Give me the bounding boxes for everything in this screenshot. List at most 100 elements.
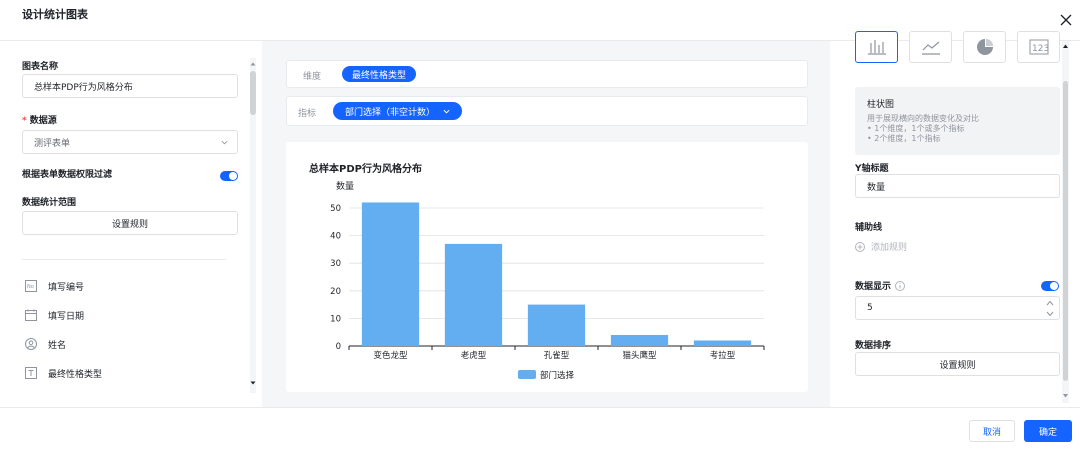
description-line: 用于展现横向的数据变化及对比 (867, 114, 979, 123)
scroll-down-icon[interactable] (1062, 393, 1069, 399)
chart-name-label: 图表名称 (22, 62, 59, 72)
description-line: • 1个维度，1个或多个指标 (867, 124, 965, 133)
dimension-pill[interactable]: 最终性格类型 (342, 66, 417, 82)
y-tick-label: 0 (336, 342, 341, 352)
stepper-down-icon[interactable] (1046, 311, 1054, 317)
chart-name-value: 总样本PDP行为风格分布 (34, 82, 133, 93)
sort-label: 数据排序 (855, 341, 892, 351)
metric-label: 指标 (298, 109, 317, 119)
bar (610, 334, 669, 346)
description-title: 柱状图 (867, 100, 895, 110)
y-tick-label: 30 (330, 259, 341, 269)
number-field-icon: No (25, 280, 37, 292)
chart-type-number[interactable]: 123 (1017, 31, 1060, 63)
scroll-up-icon[interactable] (250, 61, 256, 67)
sort-set-rule-button[interactable]: 设置规则 (855, 352, 1060, 376)
data-display-toggle[interactable] (1041, 281, 1059, 291)
bar-chart: 数量 0 10 20 30 40 50 变色龙型 老虎型 孔雀型 猫头鹰型 考拉型部门选择 (330, 180, 765, 381)
add-rule-link[interactable]: 添加规则 (855, 240, 907, 253)
left-scroll-thumb[interactable] (250, 71, 256, 115)
y-tick-label: 10 (330, 314, 341, 324)
data-display-label: 数据显示 (855, 279, 906, 292)
chart-type-line[interactable] (909, 31, 952, 63)
info-icon[interactable] (895, 280, 906, 291)
field-label: 姓名 (48, 340, 67, 351)
right-scroll-thumb[interactable] (1063, 81, 1068, 381)
add-rule-label: 添加规则 (871, 243, 908, 253)
y-tick-label: 40 (330, 232, 341, 242)
y-tick-label: 50 (330, 204, 341, 214)
data-display-value: 5 (867, 303, 873, 313)
text-field-icon (25, 367, 37, 379)
x-tick-label: 考拉型 (710, 350, 736, 361)
bar (361, 202, 420, 346)
x-tick-label: 变色龙型 (373, 350, 408, 361)
line-chart-icon (921, 41, 940, 55)
dimension-label: 维度 (303, 72, 322, 82)
right-panel: 123 柱状图 用于展现横向的数据变化及对比 • 1个维度，1个或多个指标 • … (830, 31, 1080, 407)
field-label: 填写编号 (48, 282, 85, 293)
scroll-down-icon[interactable] (250, 380, 256, 386)
data-display-stepper[interactable]: 5 (855, 296, 1060, 320)
legend-swatch (518, 370, 536, 379)
close-icon[interactable] (1058, 12, 1074, 28)
field-item-final-type[interactable]: 最终性格类型 (25, 366, 102, 380)
chart-card: 总样本PDP行为风格分布 数量 0 10 20 30 40 50 变色龙型 老虎型 孔雀型 猫头鹰型… (286, 142, 808, 392)
permission-filter-label: 根据表单数据权限过滤 (22, 170, 113, 180)
y-axis-title: 数量 (336, 180, 354, 192)
pie-chart-icon (976, 39, 993, 55)
left-panel: 图表名称 总样本PDP行为风格分布 * 数据源 测评表单 根据表单数据权限过滤 数… (0, 41, 262, 407)
svg-text:No: No (27, 284, 34, 290)
calendar-icon (25, 309, 37, 321)
footer-divider (0, 407, 1080, 408)
x-tick-label: 孔雀型 (544, 350, 570, 361)
dimension-row: 维度 最终性格类型 (286, 60, 808, 88)
confirm-button[interactable]: 确定 (1024, 420, 1072, 442)
description-line: • 2个维度，1个指标 (867, 134, 941, 143)
bar-chart-icon (867, 40, 886, 55)
aux-line-label: 辅助线 (855, 223, 883, 233)
bar (527, 304, 586, 346)
stat-range-set-rule-button[interactable]: 设置规则 (22, 211, 238, 235)
chart-description: 柱状图 用于展现横向的数据变化及对比 • 1个维度，1个或多个指标 • 2个维度… (855, 87, 1060, 155)
field-item-name[interactable]: 姓名 (25, 337, 66, 351)
datasource-label-text: 数据源 (29, 116, 57, 126)
x-tick-label: 猫头鹰型 (622, 350, 657, 361)
chevron-down-icon (443, 109, 450, 114)
datasource-select[interactable]: 测评表单 (22, 130, 238, 154)
left-divider (22, 259, 226, 260)
stat-range-label: 数据统计范围 (22, 198, 77, 208)
bar (444, 243, 503, 346)
permission-filter-toggle[interactable] (220, 171, 238, 181)
legend-label: 部门选择 (540, 370, 575, 381)
field-label: 最终性格类型 (48, 369, 103, 380)
chart-name-input[interactable]: 总样本PDP行为风格分布 (22, 74, 238, 98)
cancel-button[interactable]: 取消 (969, 420, 1015, 442)
y-title-value: 数量 (867, 182, 886, 193)
person-icon (25, 338, 37, 350)
chart-type-bar[interactable] (855, 31, 898, 63)
dialog-title: 设计统计图表 (22, 8, 88, 21)
y-title-input[interactable]: 数量 (855, 174, 1060, 198)
field-item-fill-number[interactable]: No 填写编号 (25, 279, 84, 293)
x-tick-label: 老虎型 (461, 350, 487, 361)
y-tick-label: 20 (330, 287, 341, 297)
plus-circle-icon (855, 241, 865, 252)
chart-type-pie[interactable] (963, 31, 1006, 63)
svg-text:123: 123 (1032, 44, 1049, 54)
datasource-label: * 数据源 (22, 116, 57, 126)
field-item-fill-date[interactable]: 填写日期 (25, 308, 84, 322)
y-title-label: Y轴标题 (855, 164, 889, 174)
metric-row: 指标 部门选择（非空计数） (286, 96, 808, 126)
metric-pill[interactable]: 部门选择（非空计数） (333, 102, 463, 120)
metric-value: 部门选择（非空计数） (345, 107, 436, 118)
field-label: 填写日期 (48, 311, 85, 322)
data-display-label-text: 数据显示 (855, 282, 892, 292)
chevron-down-icon (221, 140, 228, 145)
datasource-value: 测评表单 (34, 138, 71, 149)
bar (693, 340, 752, 346)
dimension-value: 最终性格类型 (352, 70, 407, 81)
stepper-up-icon[interactable] (1046, 300, 1054, 306)
scroll-up-icon[interactable] (1062, 43, 1069, 49)
number-card-icon: 123 (1029, 39, 1049, 55)
